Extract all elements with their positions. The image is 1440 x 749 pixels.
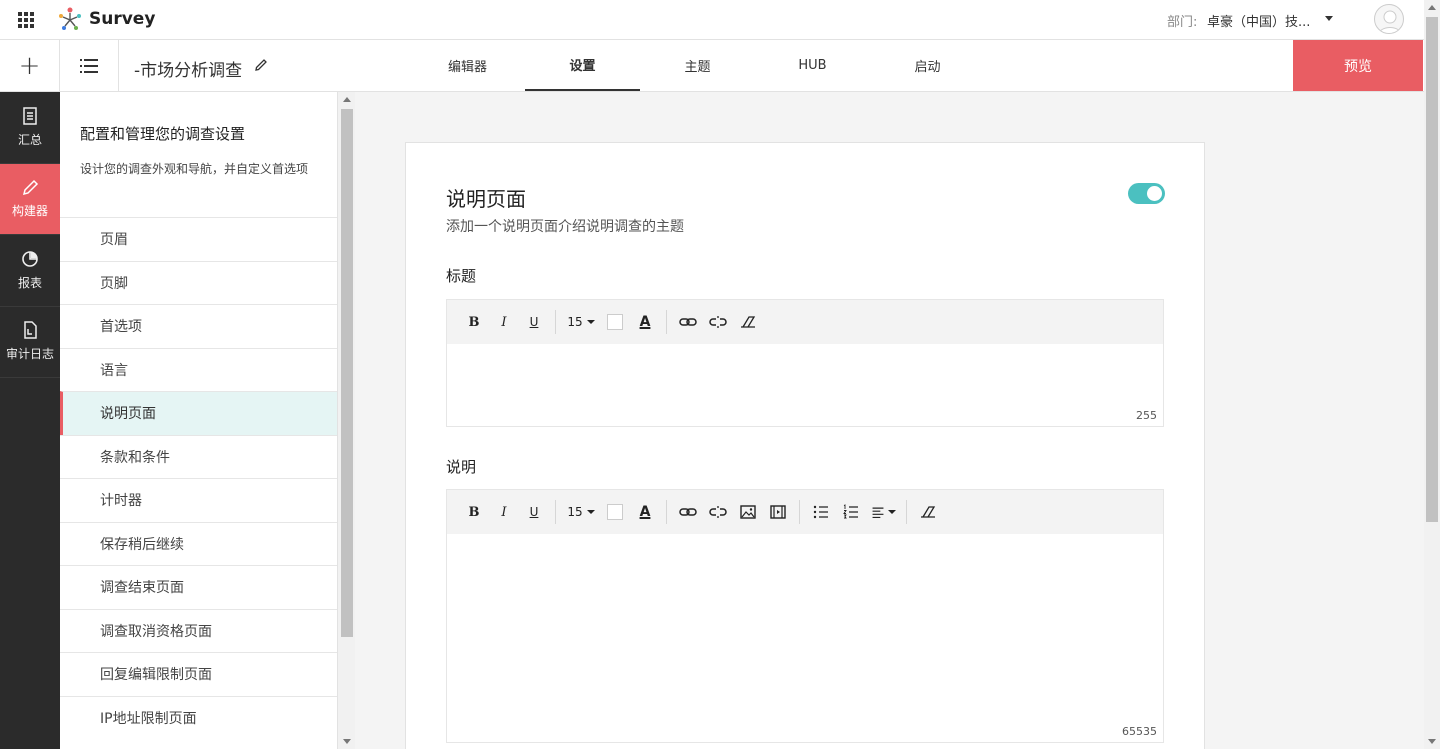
description-field-label: 说明 — [446, 458, 477, 476]
survey-toolbar: + -市场分析调查 编辑器 设置 主题 HUB 启动 预览 — [0, 40, 1424, 92]
scrollbar-thumb[interactable] — [341, 109, 353, 637]
panel-description: 设计您的调查外观和导航，并自定义首选项 — [80, 162, 309, 176]
video-icon[interactable] — [765, 499, 791, 525]
toolbar-divider — [906, 500, 907, 524]
tab-editor[interactable]: 编辑器 — [410, 40, 525, 91]
scroll-down-icon[interactable] — [343, 739, 351, 744]
main-tabs: 编辑器 设置 主题 HUB 启动 — [410, 40, 985, 91]
rail-item-builder[interactable]: 构建器 — [0, 163, 60, 235]
menu-item-terms[interactable]: 条款和条件 — [60, 434, 337, 479]
char-counter: 65535 — [1122, 725, 1157, 738]
font-color-icon[interactable]: A — [632, 309, 658, 335]
panel-title: 配置和管理您的调查设置 — [80, 125, 246, 143]
rail-item-label: 构建器 — [11, 204, 48, 219]
pie-chart-icon — [22, 250, 38, 267]
rail-item-reports[interactable]: 报表 — [0, 235, 60, 307]
rail-item-label: 审计日志 — [5, 347, 54, 362]
unlink-icon[interactable] — [705, 309, 731, 335]
toolbar-divider — [666, 500, 667, 524]
menu-item-preferences[interactable]: 首选项 — [60, 304, 337, 348]
font-size-select[interactable]: 15 — [564, 499, 598, 525]
page-scrollbar[interactable] — [1424, 0, 1440, 749]
apps-grid-icon[interactable] — [18, 12, 34, 28]
tab-hub[interactable]: HUB — [755, 40, 870, 91]
numbered-list-icon[interactable] — [838, 499, 864, 525]
link-icon[interactable] — [675, 499, 701, 525]
scroll-up-icon[interactable] — [343, 97, 351, 102]
edit-pencil-icon[interactable] — [253, 57, 269, 73]
underline-button[interactable]: U — [521, 309, 547, 335]
department-label: 部门: — [1167, 15, 1198, 30]
menu-list-button[interactable] — [60, 40, 119, 91]
description-editor-toolbar: B I U 15 A — [447, 490, 1163, 534]
survey-name: -市场分析调查 — [134, 61, 243, 81]
link-icon[interactable] — [675, 309, 701, 335]
scroll-down-icon[interactable] — [1428, 739, 1436, 744]
intro-page-card: 说明页面 添加一个说明页面介绍说明调查的主题 标题 B I U 15 A 255… — [405, 142, 1205, 749]
document-icon — [23, 107, 37, 125]
preview-button[interactable]: 预览 — [1293, 40, 1423, 91]
title-editor-toolbar: B I U 15 A — [447, 300, 1163, 344]
pencil-icon — [22, 180, 39, 196]
clear-format-icon[interactable] — [735, 309, 761, 335]
scrollbar-thumb[interactable] — [1426, 17, 1438, 522]
char-counter: 255 — [1136, 409, 1157, 422]
menu-item-save-continue[interactable]: 保存稍后继续 — [60, 521, 337, 566]
list-icon — [80, 58, 98, 73]
toolbar-divider — [799, 500, 800, 524]
toolbar-divider — [666, 310, 667, 334]
menu-item-end-page[interactable]: 调查结束页面 — [60, 565, 337, 609]
intro-page-toggle[interactable] — [1128, 183, 1165, 204]
card-title: 说明页面 — [446, 187, 526, 211]
underline-button[interactable]: U — [521, 499, 547, 525]
bold-button[interactable]: B — [461, 499, 487, 525]
menu-item-edit-limit-page[interactable]: 回复编辑限制页面 — [60, 652, 337, 696]
left-rail: 汇总 构建器 报表 审计日志 — [0, 92, 60, 749]
survey-logo — [59, 7, 81, 30]
menu-item-disqualify-page[interactable]: 调查取消资格页面 — [60, 608, 337, 653]
font-size-select[interactable]: 15 — [564, 309, 598, 335]
toolbar-divider — [555, 500, 556, 524]
align-select[interactable] — [868, 499, 898, 525]
avatar[interactable] — [1374, 4, 1404, 34]
background-color-button[interactable] — [602, 309, 628, 335]
title-field-label: 标题 — [446, 267, 477, 285]
log-file-icon — [24, 321, 37, 339]
department-select[interactable]: 卓豪（中国）技... — [1207, 11, 1310, 30]
menu-item-footer[interactable]: 页脚 — [60, 260, 337, 305]
title-editor: B I U 15 A 255 — [446, 299, 1164, 427]
clear-format-icon[interactable] — [915, 499, 941, 525]
bullet-list-icon[interactable] — [808, 499, 834, 525]
chevron-down-icon[interactable] — [1325, 16, 1333, 21]
add-button[interactable]: + — [0, 40, 60, 91]
top-bar: Survey 部门: 卓豪（中国）技... — [0, 0, 1424, 40]
app-title: Survey — [89, 9, 156, 29]
settings-menu: 页眉 页脚 首选项 语言 说明页面 条款和条件 计时器 保存稍后继续 调查结束页… — [60, 217, 337, 739]
card-subtitle: 添加一个说明页面介绍说明调查的主题 — [446, 219, 684, 235]
menu-item-header[interactable]: 页眉 — [60, 217, 337, 261]
tab-launch[interactable]: 启动 — [870, 40, 985, 91]
rail-item-label: 汇总 — [17, 132, 42, 147]
tab-theme[interactable]: 主题 — [640, 40, 755, 91]
unlink-icon[interactable] — [705, 499, 731, 525]
rail-item-audit-log[interactable]: 审计日志 — [0, 307, 60, 378]
rail-item-summary[interactable]: 汇总 — [0, 92, 60, 164]
italic-button[interactable]: I — [491, 499, 517, 525]
rail-item-label: 报表 — [17, 275, 42, 290]
menu-item-intro-page[interactable]: 说明页面 — [60, 391, 337, 435]
image-icon[interactable] — [735, 499, 761, 525]
panel-scrollbar[interactable] — [337, 92, 355, 749]
italic-button[interactable]: I — [491, 309, 517, 335]
toolbar-divider — [555, 310, 556, 334]
background-color-button[interactable] — [602, 499, 628, 525]
menu-item-timer[interactable]: 计时器 — [60, 478, 337, 522]
tab-settings[interactable]: 设置 — [525, 40, 640, 91]
scroll-up-icon[interactable] — [1428, 5, 1436, 10]
menu-item-language[interactable]: 语言 — [60, 347, 337, 392]
description-editor: B I U 15 A 65535 — [446, 489, 1164, 743]
bold-button[interactable]: B — [461, 309, 487, 335]
menu-item-ip-limit-page[interactable]: IP地址限制页面 — [60, 695, 337, 740]
settings-panel: 配置和管理您的调查设置 设计您的调查外观和导航，并自定义首选项 页眉 页脚 首选… — [60, 92, 337, 749]
font-color-icon[interactable]: A — [632, 499, 658, 525]
